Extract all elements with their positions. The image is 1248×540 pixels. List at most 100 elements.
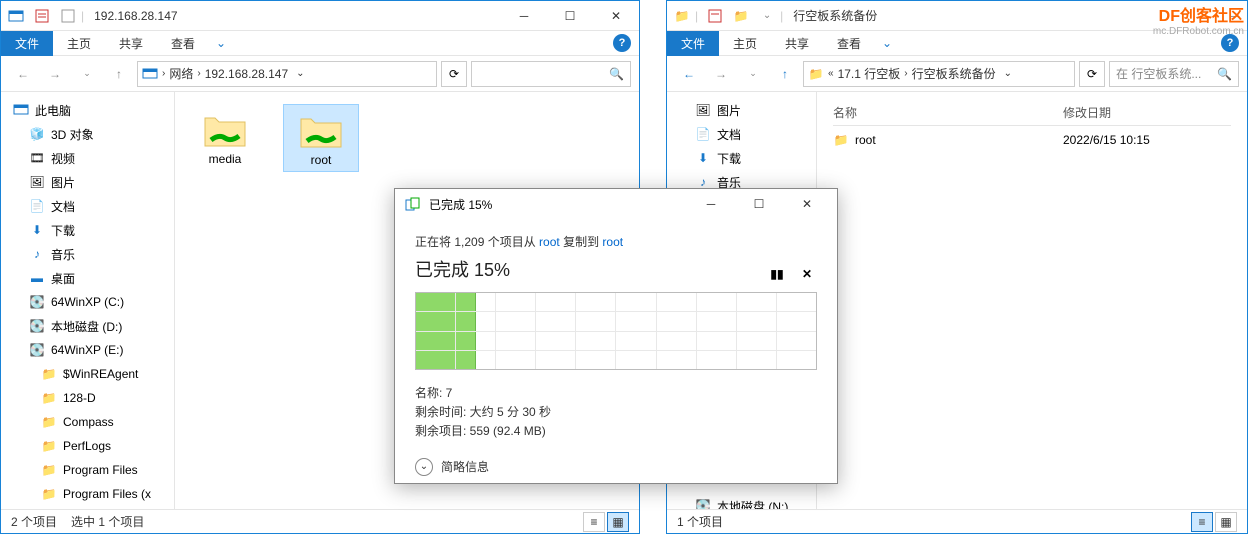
properties-icon[interactable]: [31, 5, 53, 27]
close-button[interactable]: ✕: [787, 189, 827, 219]
toggle-details[interactable]: ⌄ 简略信息: [415, 458, 817, 476]
expand-ribbon-icon[interactable]: ⌄: [209, 36, 233, 50]
qat-dropdown-icon[interactable]: [57, 5, 79, 27]
tree-music[interactable]: ♪音乐: [1, 242, 174, 266]
tree-this-pc[interactable]: 此电脑: [1, 98, 174, 122]
back-button[interactable]: ←: [9, 60, 37, 88]
document-icon: 📄: [695, 126, 711, 142]
cancel-button[interactable]: ✕: [797, 264, 817, 284]
tree-videos[interactable]: 🎞视频: [1, 146, 174, 170]
minimize-button[interactable]: ─: [691, 189, 731, 219]
folder-icon: 📁: [671, 5, 693, 27]
tree-perflogs[interactable]: 📁PerfLogs: [1, 434, 174, 458]
tree-pf[interactable]: 📁Program Files: [1, 458, 174, 482]
refresh-button[interactable]: ⟳: [441, 61, 467, 87]
tree-documents[interactable]: 📄文档: [1, 194, 174, 218]
up-button[interactable]: ↑: [105, 60, 133, 88]
addr-dropdown-icon[interactable]: ⌄: [296, 68, 304, 79]
folder-icon: 📁: [808, 66, 824, 82]
list-item[interactable]: 📁root 2022/6/15 10:15: [833, 126, 1231, 154]
tree-drive-n[interactable]: 💽本地磁盘 (N:): [667, 494, 816, 509]
addr-dropdown-icon[interactable]: ⌄: [1004, 68, 1012, 79]
navbar: ← → ⌄ ↑ › 网络 › 192.168.28.147 ⌄ ⟳ 🔍: [1, 56, 639, 92]
tab-view[interactable]: 查看: [157, 31, 209, 56]
crumb-network[interactable]: 网络: [169, 65, 193, 82]
tab-home[interactable]: 主页: [719, 31, 771, 56]
tree-desktop[interactable]: ▬桌面: [1, 266, 174, 290]
tree-drive-c[interactable]: 💽64WinXP (C:): [1, 290, 174, 314]
tree-3d[interactable]: 🧊3D 对象: [1, 122, 174, 146]
desktop-icon: ▬: [29, 270, 45, 286]
tab-home[interactable]: 主页: [53, 31, 105, 56]
expand-ribbon-icon[interactable]: ⌄: [875, 36, 899, 50]
folder-icon: 📁: [730, 5, 752, 27]
crumb-2[interactable]: 行空板系统备份: [912, 65, 996, 82]
tree-drive-e[interactable]: 💽64WinXP (E:): [1, 338, 174, 362]
content-area[interactable]: 名称 修改日期 📁root 2022/6/15 10:15: [817, 92, 1247, 509]
search-input[interactable]: 在 行空板系统...🔍: [1109, 61, 1239, 87]
recent-dropdown[interactable]: ⌄: [739, 60, 767, 88]
close-button[interactable]: ✕: [593, 1, 639, 31]
status-selection: 选中 1 个项目: [71, 513, 144, 530]
dialog-body: 正在将 1,209 个项目从 root 复制到 root 已完成 15% ▮▮ …: [395, 219, 837, 490]
tree-downloads[interactable]: ⬇下载: [667, 146, 816, 170]
source-link[interactable]: root: [539, 235, 560, 249]
crumb-1[interactable]: 17.1 行空板: [838, 65, 901, 82]
forward-button[interactable]: →: [707, 60, 735, 88]
search-input[interactable]: 🔍: [471, 61, 631, 87]
view-icons-button[interactable]: ▦: [607, 512, 629, 532]
refresh-button[interactable]: ⟳: [1079, 61, 1105, 87]
pause-button[interactable]: ▮▮: [767, 264, 787, 284]
video-icon: 🎞: [29, 150, 45, 166]
item-media[interactable]: media: [187, 104, 263, 170]
copying-text: 正在将 1,209 个项目从 root 复制到 root: [415, 233, 817, 250]
nav-tree[interactable]: 此电脑 🧊3D 对象 🎞视频 🖼图片 📄文档 ⬇下载 ♪音乐 ▬桌面 💽64Wi…: [1, 92, 175, 509]
tab-file[interactable]: 文件: [1, 31, 53, 56]
crumb-address[interactable]: 192.168.28.147: [205, 67, 288, 81]
tree-pfx[interactable]: 📁Program Files (x: [1, 482, 174, 506]
minimize-button[interactable]: ─: [501, 1, 547, 31]
status-count: 1 个项目: [677, 513, 723, 530]
tree-documents[interactable]: 📄文档: [667, 122, 816, 146]
tree-128d[interactable]: 📁128-D: [1, 386, 174, 410]
address-bar[interactable]: › 网络 › 192.168.28.147 ⌄: [137, 61, 437, 87]
tree-downloads[interactable]: ⬇下载: [1, 218, 174, 242]
info-name: 7: [446, 386, 453, 400]
tab-file[interactable]: 文件: [667, 31, 719, 56]
view-details-button[interactable]: ≡: [583, 512, 605, 532]
app-icon: [5, 5, 27, 27]
tree-pictures[interactable]: 🖼图片: [667, 98, 816, 122]
view-icons-button[interactable]: ▦: [1215, 512, 1237, 532]
view-details-button[interactable]: ≡: [1191, 512, 1213, 532]
cube-icon: 🧊: [29, 126, 45, 142]
tree-drive-d[interactable]: 💽本地磁盘 (D:): [1, 314, 174, 338]
chevron-down-icon: ⌄: [415, 458, 433, 476]
maximize-button[interactable]: ☐: [739, 189, 779, 219]
tab-view[interactable]: 查看: [823, 31, 875, 56]
tree-winre[interactable]: 📁$WinREAgent: [1, 362, 174, 386]
tab-share[interactable]: 共享: [105, 31, 157, 56]
up-button[interactable]: ↑: [771, 60, 799, 88]
statusbar: 2 个项目 选中 1 个项目 ≡ ▦: [1, 509, 639, 533]
qat-dropdown-icon[interactable]: ⌄: [756, 5, 778, 27]
recent-dropdown[interactable]: ⌄: [73, 60, 101, 88]
address-bar[interactable]: 📁 « 17.1 行空板 › 行空板系统备份 ⌄: [803, 61, 1075, 87]
item-root[interactable]: root: [283, 104, 359, 172]
properties-icon[interactable]: [704, 5, 726, 27]
tree-pictures[interactable]: 🖼图片: [1, 170, 174, 194]
maximize-button[interactable]: ☐: [547, 1, 593, 31]
navbar: ← → ⌄ ↑ 📁 « 17.1 行空板 › 行空板系统备份 ⌄ ⟳ 在 行空板…: [667, 56, 1247, 92]
col-name[interactable]: 名称: [833, 104, 1063, 121]
folder-icon: 📁: [833, 132, 849, 148]
tab-share[interactable]: 共享: [771, 31, 823, 56]
col-date[interactable]: 修改日期: [1063, 104, 1183, 121]
tree-compass[interactable]: 📁Compass: [1, 410, 174, 434]
window-title: 行空板系统备份: [793, 7, 877, 24]
pc-icon: [13, 102, 29, 118]
help-icon[interactable]: ?: [613, 34, 631, 52]
dest-link[interactable]: root: [602, 235, 623, 249]
titlebar: | 192.168.28.147 ─ ☐ ✕: [1, 1, 639, 31]
back-button[interactable]: ←: [675, 60, 703, 88]
dialog-titlebar: 已完成 15% ─ ☐ ✕: [395, 189, 837, 219]
forward-button[interactable]: →: [41, 60, 69, 88]
